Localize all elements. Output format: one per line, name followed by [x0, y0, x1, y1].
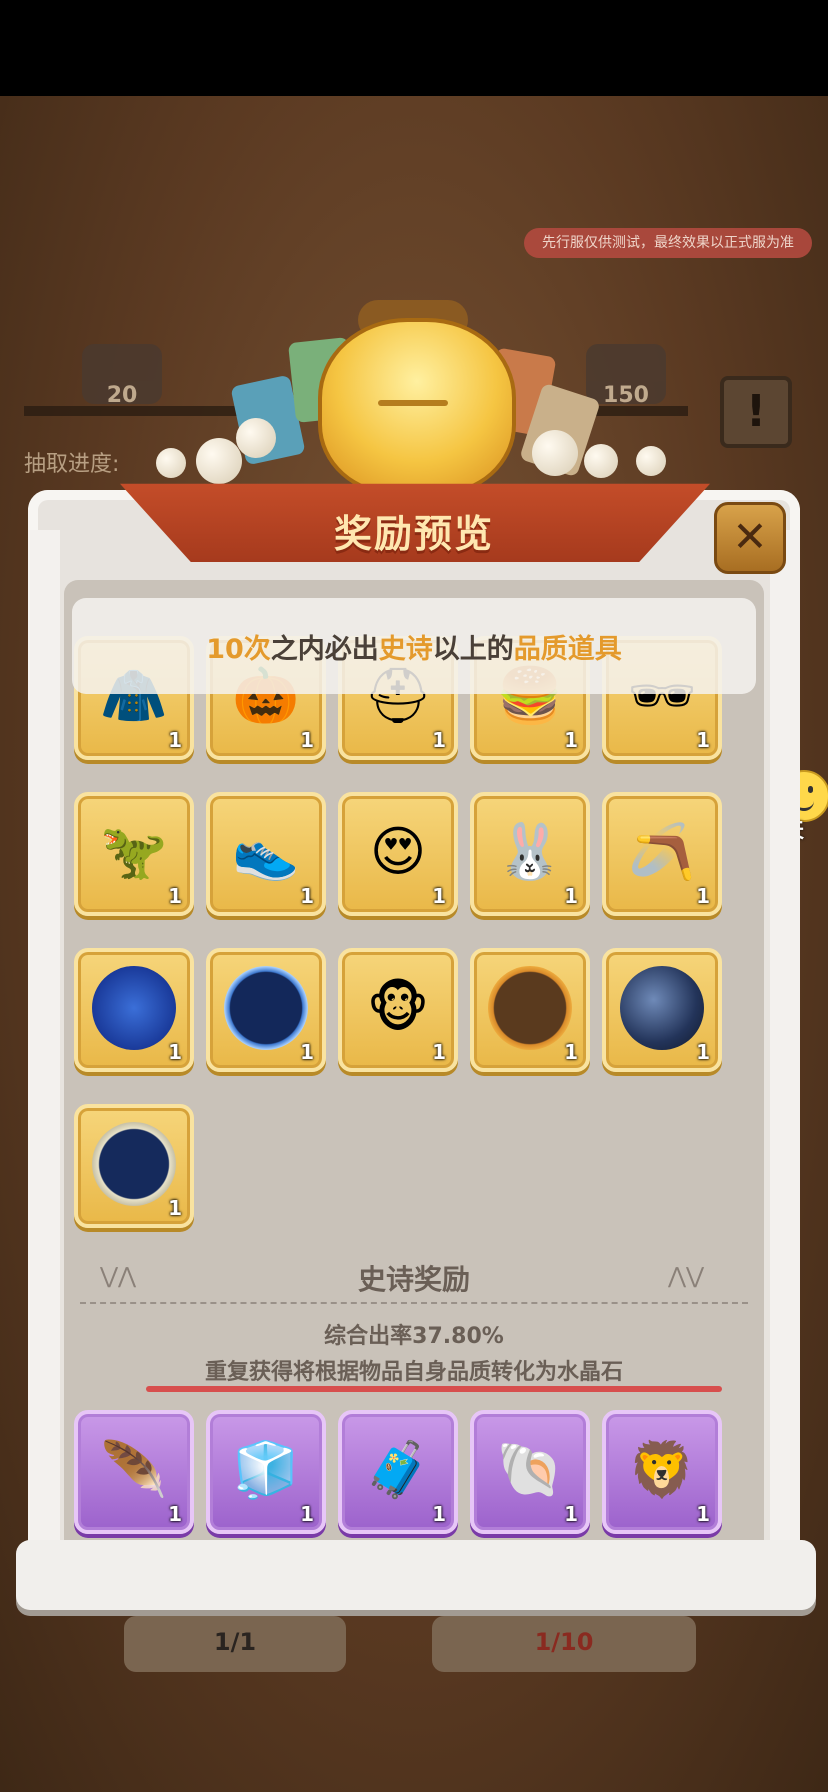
reward-item-autumn-leaf-frame[interactable]: 1	[470, 948, 590, 1072]
bunny-robot-icon: 🐰	[496, 819, 564, 883]
item-quantity: 1	[564, 884, 578, 908]
epic-drop-rate: 综合出率37.80%	[324, 1324, 504, 1349]
reward-item-constellation-orb[interactable]: 1	[74, 948, 194, 1072]
item-quantity: 1	[300, 728, 314, 752]
test-notice-banner: 先行服仅供测试，最终效果以正式服为准	[524, 228, 812, 258]
epic-section-title: 史诗奖励	[357, 1263, 470, 1296]
item-quantity: 1	[168, 728, 182, 752]
item-quantity: 1	[696, 728, 710, 752]
item-quantity: 1	[564, 1040, 578, 1064]
progress-slot-right: 1/10	[432, 1616, 696, 1672]
duplicate-convert-note: 重复获得将根据物品自身品质转化为水晶石	[204, 1360, 623, 1385]
space-helmet-orb-icon	[620, 965, 704, 1050]
feather-net-icon: 🪶	[100, 1437, 168, 1501]
info-scroll-icon[interactable]: !	[720, 376, 792, 448]
item-quantity: 1	[300, 1040, 314, 1064]
blue-portal-frame-icon	[224, 965, 308, 1050]
hint-text: 以上的	[432, 633, 514, 665]
reward-bag-icon	[318, 318, 516, 496]
item-quantity: 1	[300, 1502, 314, 1526]
panel-title: 奖励预览	[333, 512, 494, 556]
reward-item-dino-pet[interactable]: 🦖 1	[74, 792, 194, 916]
reward-item-feather-net[interactable]: 🪶 1	[74, 1410, 194, 1534]
slingshot-icon: 🪃	[628, 819, 696, 883]
item-quantity: 1	[168, 884, 182, 908]
reward-item-cloud-gold-frame[interactable]: 1	[74, 1104, 194, 1228]
white-shell-icon: 🐚	[496, 1437, 564, 1501]
pearl-deco	[156, 448, 186, 478]
red-sneaker-icon: 👟	[232, 819, 300, 883]
section-divider	[80, 1302, 748, 1304]
reward-item-heart-eyes-emote[interactable]: 😍 1	[338, 792, 458, 916]
panel-base	[16, 1540, 816, 1610]
reward-item-red-sneaker[interactable]: 👟 1	[206, 792, 326, 916]
pearl-deco	[236, 418, 276, 458]
suitcase-icon: 🧳	[364, 1437, 432, 1501]
autumn-leaf-frame-icon	[488, 965, 572, 1050]
hint-text: 之内必出	[270, 633, 379, 665]
reward-item-ice-cubes[interactable]: 🧊 1	[206, 1410, 326, 1534]
cloud-gold-frame-icon	[92, 1121, 176, 1206]
item-quantity: 1	[432, 884, 446, 908]
chest-count: 20	[106, 383, 138, 408]
chest-icon: 150	[586, 344, 666, 408]
pearl-deco	[196, 438, 242, 484]
close-button[interactable]: ✕	[714, 502, 786, 574]
dino-pet-icon: 🦖	[100, 819, 168, 883]
item-quantity: 1	[564, 1502, 578, 1526]
progress-slot-text: 1/1	[213, 1628, 257, 1656]
constellation-orb-icon	[92, 965, 176, 1050]
reward-item-slingshot[interactable]: 🪃 1	[602, 792, 722, 916]
pearl-deco	[584, 444, 618, 478]
item-quantity: 1	[564, 728, 578, 752]
reward-item-white-shell[interactable]: 🐚 1	[470, 1410, 590, 1534]
pearl-deco	[532, 430, 578, 476]
ice-cubes-icon: 🧊	[232, 1437, 300, 1501]
panel-pillar-right	[770, 530, 800, 1550]
reward-item-blue-portal-frame[interactable]: 1	[206, 948, 326, 1072]
lion-dance-ticket-icon: 🦁	[628, 1437, 696, 1501]
heart-eyes-emote-icon: 😍	[369, 819, 427, 883]
progress-slot-left: 1/1	[124, 1616, 346, 1672]
hint-quality: 史诗	[378, 633, 433, 665]
item-quantity: 1	[432, 728, 446, 752]
item-quantity: 1	[696, 1502, 710, 1526]
pearl-deco	[636, 446, 666, 476]
bag-mark	[378, 400, 448, 406]
item-quantity: 1	[300, 884, 314, 908]
reward-item-suitcase[interactable]: 🧳 1	[338, 1410, 458, 1534]
reward-item-space-helmet-orb[interactable]: 1	[602, 948, 722, 1072]
panel-pillar-left	[30, 530, 60, 1550]
monkey-sticker-icon: 🐵	[366, 975, 430, 1039]
hint-item-type: 品质道具	[513, 633, 622, 665]
item-quantity: 1	[696, 1040, 710, 1064]
item-quantity: 1	[696, 884, 710, 908]
red-underline-mark	[146, 1386, 722, 1392]
item-quantity: 1	[168, 1196, 182, 1220]
progress-slot-text: 1/10	[534, 1628, 594, 1656]
chest-icon: 20	[82, 344, 162, 408]
item-quantity: 1	[168, 1502, 182, 1526]
item-quantity: 1	[432, 1040, 446, 1064]
status-bar	[0, 0, 828, 96]
item-quantity: 1	[432, 1502, 446, 1526]
hint-count: 10次	[206, 633, 271, 665]
reward-item-monkey-sticker[interactable]: 🐵 1	[338, 948, 458, 1072]
item-quantity: 1	[168, 1040, 182, 1064]
reward-item-lion-dance-ticket[interactable]: 🦁 1	[602, 1410, 722, 1534]
draw-progress-label: 抽取进度:	[24, 452, 120, 477]
guarantee-hint: 10次 之内必出 史诗 以上的 品质道具	[72, 598, 756, 694]
reward-item-bunny-robot[interactable]: 🐰 1	[470, 792, 590, 916]
